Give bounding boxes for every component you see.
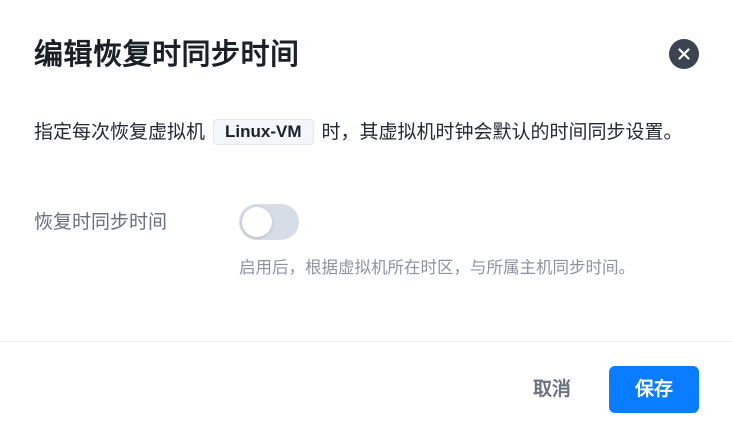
footer-divider	[0, 341, 733, 342]
description-suffix: 时，其虚拟机时钟会默认的时间同步设置。	[321, 121, 683, 143]
dialog-description: 指定每次恢复虚拟机 Linux-VM 时，其虚拟机时钟会默认的时间同步设置。	[34, 118, 704, 147]
edit-time-sync-dialog: 编辑恢复时同步时间 指定每次恢复虚拟机 Linux-VM 时，其虚拟机时钟会默认的时…	[0, 0, 733, 435]
save-button[interactable]: 保存	[609, 366, 699, 413]
description-prefix: 指定每次恢复虚拟机	[34, 121, 206, 143]
cancel-button[interactable]: 取消	[514, 366, 590, 413]
sync-time-toggle[interactable]	[239, 204, 299, 240]
close-icon	[678, 48, 690, 60]
sync-time-label: 恢复时同步时间	[34, 211, 168, 233]
vm-name-tag: Linux-VM	[213, 119, 314, 145]
close-button[interactable]	[669, 39, 699, 69]
toggle-knob	[242, 207, 272, 237]
dialog-title: 编辑恢复时同步时间	[34, 37, 300, 71]
sync-time-hint: 启用后，根据虚拟机所在时区，与所属主机同步时间。	[239, 258, 635, 277]
